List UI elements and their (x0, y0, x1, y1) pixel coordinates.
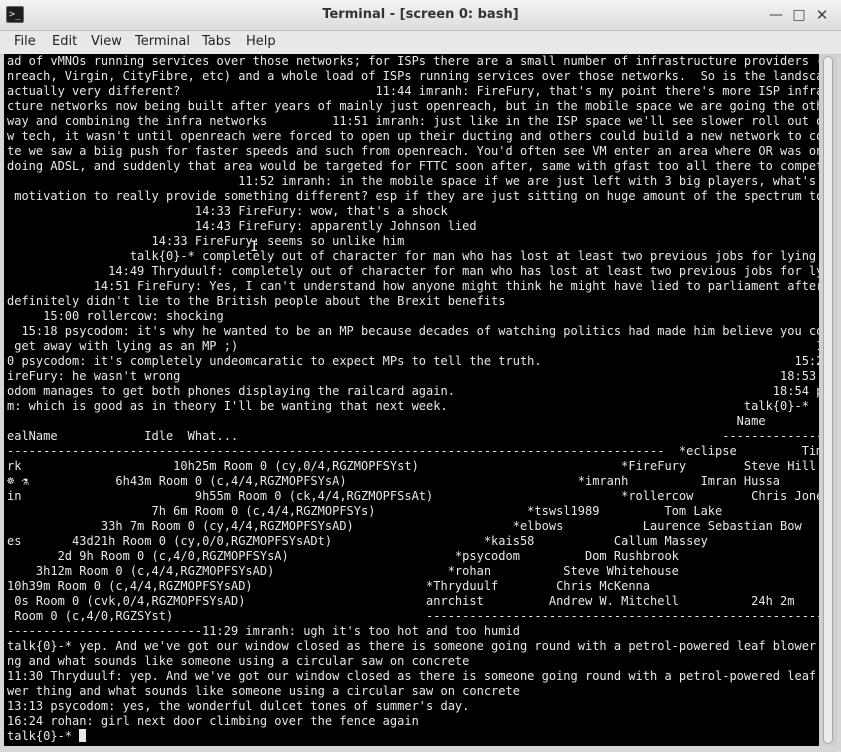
scrollbar[interactable] (819, 54, 837, 746)
terminal-line: wer thing and what sounds like someone u… (7, 684, 520, 698)
terminal-line: cture networks now being built after yea… (7, 99, 819, 113)
terminal-line: ng and what sounds like someone using a … (7, 654, 470, 668)
menu-terminal[interactable]: Terminal (135, 31, 190, 54)
terminal-line: 33h 7m Room 0 (cy,4/4,RGZMOPFSYsAD) *elb… (7, 519, 802, 533)
terminal-line: 16:24 rohan: girl next door climbing ove… (7, 714, 419, 728)
terminal-line: ---------------------------11:29 imranh:… (7, 624, 520, 638)
terminal-line: 13:13 psycodom: yes, the wonderful dulce… (7, 699, 470, 713)
terminal-line: w tech, it wasn't until openreach were f… (7, 129, 819, 143)
terminal-line: 7h 6m Room 0 (c,4/4,RGZMOPFSYs) *tswsl19… (7, 504, 723, 518)
terminal-line: talk{0}-* completely out of character fo… (7, 249, 817, 263)
terminal-line: 0s Room 0 (cvk,0/4,RGZMOPFSYsAD) anrchis… (7, 594, 795, 608)
terminal-output[interactable]: ad of vMNOs running services over those … (4, 54, 819, 746)
terminal-line: es 43d21h Room 0 (cy,0/0,RGZMOPFSYsADt) … (7, 534, 708, 548)
terminal-line: 15:00 rollercow: shocking (7, 309, 224, 323)
terminal-line: ad of vMNOs running services over those … (7, 54, 819, 68)
terminal-line: in 9h55m Room 0 (ck,4/4,RGZMOPFSsAt) *ro… (7, 489, 819, 503)
terminal-line: 14:51 FireFury: Yes, I can't understand … (7, 279, 819, 293)
terminal-line: 11:52 imranh: in the mobile space if we … (7, 174, 819, 188)
menu-view[interactable]: View (91, 31, 122, 54)
terminal-line: rk 10h25m Room 0 (cy,0/4,RGZMOPFSYst) *F… (7, 459, 817, 473)
terminal-line: 10h39m Room 0 (c,4/4,RGZMOPFSYsAD) *Thry… (7, 579, 650, 593)
terminal-line: Name R (7, 414, 819, 428)
terminal-line: 14:33 FireFury: seems so unlike him (7, 234, 405, 248)
terminal-line: 15:18 psycodom: it's why he wanted to be… (7, 324, 819, 338)
terminal-line: odom manages to get both phones displayi… (7, 384, 819, 398)
terminal-line: ----------------------------------------… (7, 444, 819, 458)
menu-bar: File Edit View Terminal Tabs Help (0, 31, 841, 55)
terminal-line: actually very different? 11:44 imranh: F… (7, 84, 819, 98)
terminal-line: Room 0 (c,4/0,RGZSYst) -----------------… (7, 609, 819, 623)
title-bar[interactable]: >_ Terminal - [screen 0: bash] — □ ✕ (0, 0, 841, 31)
terminal-line: 0 psycodom: it's completely undeomcarati… (7, 354, 819, 368)
terminal-line: 2d 9h Room 0 (c,4/0,RGZMOPFSYsA) *psycod… (7, 549, 679, 563)
terminal-line: talk{0}-* yep. And we've got our window … (7, 639, 819, 653)
terminal-cursor (79, 729, 87, 742)
minimize-icon[interactable]: — (766, 4, 786, 26)
terminal-line: 14:49 Thryduulf: completely out of chara… (7, 264, 819, 278)
menu-edit[interactable]: Edit (52, 31, 77, 54)
menu-tabs[interactable]: Tabs (202, 31, 231, 54)
terminal-line: 14:33 FireFury: wow, that's a shock (7, 204, 448, 218)
terminal-line: 3h12m Room 0 (c,4/4,RGZMOPFSYsAD) *rohan… (7, 564, 679, 578)
menu-file[interactable]: File (14, 31, 36, 54)
menu-help[interactable]: Help (246, 31, 276, 54)
window-title: Terminal - [screen 0: bash] (322, 7, 519, 22)
terminal-line: definitely didn't lie to the British peo… (7, 294, 506, 308)
terminal-line: m: which is good as in theory I'll be wa… (7, 399, 819, 413)
terminal-line: doing ADSL, and suddenly that area would… (7, 159, 819, 173)
close-icon[interactable]: ✕ (812, 4, 832, 26)
terminal-line: talk{0}-* (4, 729, 819, 744)
terminal-line: way and combining the infra networks 11:… (7, 114, 819, 128)
terminal-line: get away with lying as an MP ;) 15:2 (7, 339, 819, 353)
terminal-line: ealName Idle What... ---------------- (7, 429, 819, 443)
terminal-line: ireFury: he wasn't wrong 18:53 psyc (7, 369, 819, 383)
scrollbar-thumb[interactable] (823, 56, 833, 744)
terminal-line: ☸ ⚗ 6h43m Room 0 (c,4/4,RGZMOPFSYsA) *im… (7, 474, 781, 488)
terminal-line: 11:30 Thryduulf: yep. And we've got our … (7, 669, 819, 683)
terminal-line: nreach, Virgin, CityFibre, etc) and a wh… (7, 69, 819, 83)
terminal-line: te we saw a biig push for faster speeds … (7, 144, 819, 158)
terminal-line: 14:43 FireFury: apparently Johnson lied (7, 219, 477, 233)
maximize-icon[interactable]: □ (789, 4, 809, 26)
text-cursor-icon: I (250, 239, 259, 255)
terminal-line: motivation to really provide something d… (7, 189, 819, 203)
